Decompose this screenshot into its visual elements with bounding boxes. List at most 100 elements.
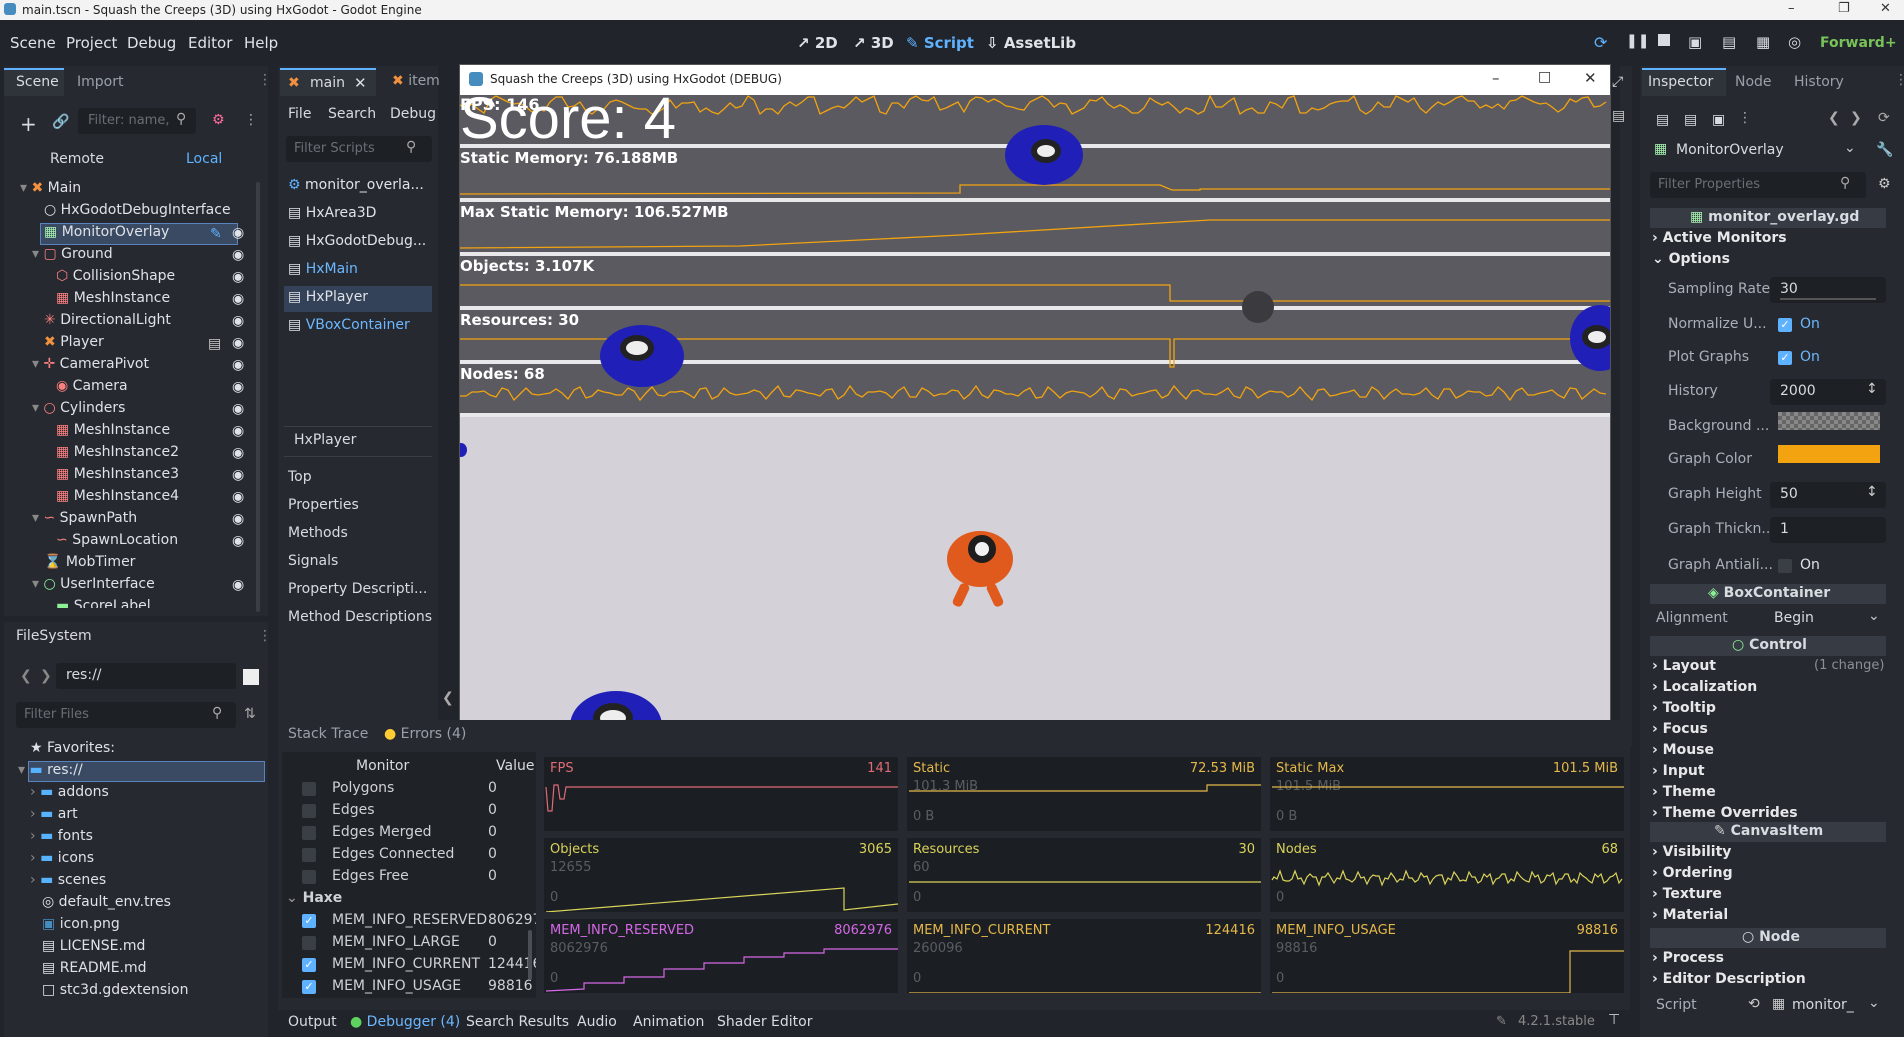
graph-mem-info-current[interactable]: MEM_INFO_CURRENT 124416 260096 0	[907, 919, 1261, 993]
remote-button[interactable]: Remote	[50, 151, 104, 167]
section-visibility[interactable]: › Visibility	[1652, 844, 1731, 860]
graph-static[interactable]: Static 72.53 MiB 101.3 MiB 0 B	[907, 757, 1261, 831]
object-history-icon[interactable]: ⟳	[1878, 110, 1890, 126]
workspace-script-button[interactable]: ✎ Script	[906, 34, 974, 52]
link-icon[interactable]: 🔗	[52, 114, 69, 130]
tab-stack-trace[interactable]: Stack Trace	[288, 726, 368, 742]
menu-scene[interactable]: Scene	[10, 34, 56, 52]
visibility-eye-icon[interactable]: ◉	[232, 247, 248, 263]
checkbox[interactable]	[1778, 559, 1792, 573]
checkbox[interactable]	[302, 782, 316, 796]
checkbox[interactable]: ✓	[302, 958, 316, 972]
checkbox[interactable]: ✓	[1778, 351, 1792, 365]
tree-item-userinterface[interactable]: ▾ ○ UserInterface	[32, 576, 155, 598]
graph-mem-info-usage[interactable]: MEM_INFO_USAGE 98816 98816 0	[1270, 919, 1624, 993]
script-item-hxgodotdebug[interactable]: ▤ HxGodotDebug...	[288, 233, 426, 255]
fs-addons[interactable]: › ▬ addons	[30, 784, 109, 806]
monitor-scrollbar[interactable]	[528, 930, 532, 980]
scene-tree-scrollbar[interactable]	[256, 182, 260, 612]
new-resource-icon[interactable]: ▤	[1656, 112, 1669, 128]
member-properties[interactable]: Properties	[288, 497, 359, 513]
tree-item-meshinstance2[interactable]: ▦ MeshInstance2	[56, 444, 179, 466]
graph-mem-info-reserved[interactable]: MEM_INFO_RESERVED 8062976 8062976 0	[544, 919, 898, 993]
back-icon[interactable]: ❮	[20, 668, 32, 684]
run-custom-icon[interactable]: ▦	[1756, 33, 1770, 51]
save-resource-icon[interactable]: ▣	[1712, 112, 1725, 128]
prop-number-field[interactable]: 50 ↕	[1770, 482, 1886, 508]
workspace-3d-button[interactable]: ↗ 3D	[853, 34, 894, 52]
script-attached-icon[interactable]: ✎	[210, 226, 222, 242]
stop-icon[interactable]	[1658, 34, 1670, 46]
graph-nodes[interactable]: Nodes 68 0	[1270, 838, 1624, 912]
game-viewport[interactable]: FPS: 146 Score: 4 Static Memory: 76.188M…	[460, 95, 1610, 741]
background-color-swatch[interactable]	[1778, 412, 1880, 430]
minimize-icon[interactable]: –	[1788, 1, 1795, 16]
section-process[interactable]: › Process	[1652, 950, 1724, 966]
tree-item-meshinstance-a[interactable]: ▦ MeshInstance	[56, 422, 170, 444]
close-icon[interactable]: ✕	[1880, 1, 1891, 16]
menu-project[interactable]: Project	[66, 34, 117, 52]
script-item-vboxcontainer[interactable]: ▤ VBoxContainer	[288, 317, 410, 339]
fs-default-env[interactable]: ◎ default_env.tres	[42, 894, 171, 916]
revert-icon[interactable]: ⟲	[1748, 996, 1760, 1012]
section-material[interactable]: › Material	[1652, 907, 1728, 923]
maximize-icon[interactable]: □	[1538, 69, 1551, 85]
tree-item-collisionshape[interactable]: ⬡ CollisionShape	[56, 268, 175, 290]
workspace-2d-button[interactable]: ↗ 2D	[797, 34, 838, 52]
collapse-icon[interactable]: ❮	[442, 690, 454, 706]
distraction-free-icon[interactable]: ⤢	[1612, 74, 1623, 90]
tree-item-player[interactable]: ✖ Player	[44, 334, 104, 356]
bottom-tab-debugger[interactable]: ● Debugger (4)	[350, 1014, 460, 1030]
checkbox[interactable]: ✓	[1778, 318, 1792, 332]
fs-readme[interactable]: ▤ README.md	[42, 960, 147, 982]
sort-icon[interactable]: ⇅	[244, 706, 256, 722]
prop-number-field[interactable]: 2000 ↕	[1770, 379, 1886, 405]
graph-fps[interactable]: FPS 141	[544, 757, 898, 831]
tree-item-scorelabel[interactable]: ▬ ScoreLabel	[56, 598, 151, 608]
fs-icons[interactable]: › ▬ icons	[30, 850, 94, 872]
section-theme-overrides[interactable]: › Theme Overrides	[1652, 805, 1798, 821]
open-resource-icon[interactable]: ▤	[1684, 112, 1697, 128]
tab-import[interactable]: Import	[77, 74, 123, 90]
restore-icon[interactable]: ❐	[1838, 1, 1850, 16]
section-layout[interactable]: › Layout	[1652, 658, 1716, 674]
workspace-assetlib-button[interactable]: ⇩ AssetLib	[986, 34, 1076, 52]
add-node-icon[interactable]: +	[20, 112, 37, 136]
tree-item-meshinstance[interactable]: ▦ MeshInstance	[56, 290, 170, 312]
remote-debug-icon[interactable]: ▣	[1688, 33, 1702, 51]
visibility-eye-icon[interactable]: ◉	[232, 489, 248, 505]
member-signals[interactable]: Signals	[288, 553, 338, 569]
tree-item-meshinstance4[interactable]: ▦ MeshInstance4	[56, 488, 179, 510]
visibility-eye-icon[interactable]: ◉	[232, 467, 248, 483]
section-theme[interactable]: › Theme	[1652, 784, 1716, 800]
script-menu-file[interactable]: File	[288, 106, 311, 122]
visibility-eye-icon[interactable]: ◉	[232, 511, 248, 527]
script-menu-debug[interactable]: Debug	[390, 106, 436, 122]
bottom-tab-shader-editor[interactable]: Shader Editor	[717, 1014, 812, 1030]
pin-panel-icon[interactable]: ⊤	[1608, 1012, 1620, 1028]
property-tools-icon[interactable]: ⚙	[1878, 176, 1891, 192]
visibility-eye-icon[interactable]: ◉	[232, 379, 248, 395]
visibility-eye-icon[interactable]: ◉	[232, 313, 248, 329]
dock-menu-icon[interactable]: ⋮	[258, 72, 272, 88]
fs-gdextension[interactable]: □ stc3d.gdextension	[42, 982, 188, 1004]
renderer-select[interactable]: Forward+	[1820, 35, 1897, 51]
visibility-eye-icon[interactable]: ◉	[232, 269, 248, 285]
spinner-icon[interactable]: ↕	[1866, 381, 1878, 397]
visibility-eye-icon[interactable]: ◉	[232, 335, 248, 351]
checkbox[interactable]	[302, 848, 316, 862]
open-scene-icon[interactable]: ▤	[208, 336, 221, 352]
update-spinner-icon[interactable]: ✎	[1496, 1014, 1507, 1029]
menu-editor[interactable]: Editor	[188, 34, 232, 52]
section-tooltip[interactable]: › Tooltip	[1652, 700, 1716, 716]
tab-main[interactable]: ✖ main ✕	[280, 68, 376, 96]
resource-menu-icon[interactable]: ⋮	[1738, 110, 1752, 126]
tree-item-cylinders[interactable]: ▾ ○ Cylinders	[32, 400, 125, 422]
script-item-hxplayer[interactable]: ▤ HxPlayer	[288, 289, 368, 311]
script-resource-picker[interactable]: ▦ monitor_ ⌄	[1770, 993, 1886, 1019]
menu-debug[interactable]: Debug	[127, 34, 176, 52]
script-side-icon[interactable]: ▤	[1612, 108, 1625, 124]
tree-item-directionallight[interactable]: ✳ DirectionalLight	[44, 312, 171, 334]
visibility-eye-icon[interactable]: ◉	[232, 401, 248, 417]
section-active-monitors[interactable]: › Active Monitors	[1652, 230, 1787, 246]
